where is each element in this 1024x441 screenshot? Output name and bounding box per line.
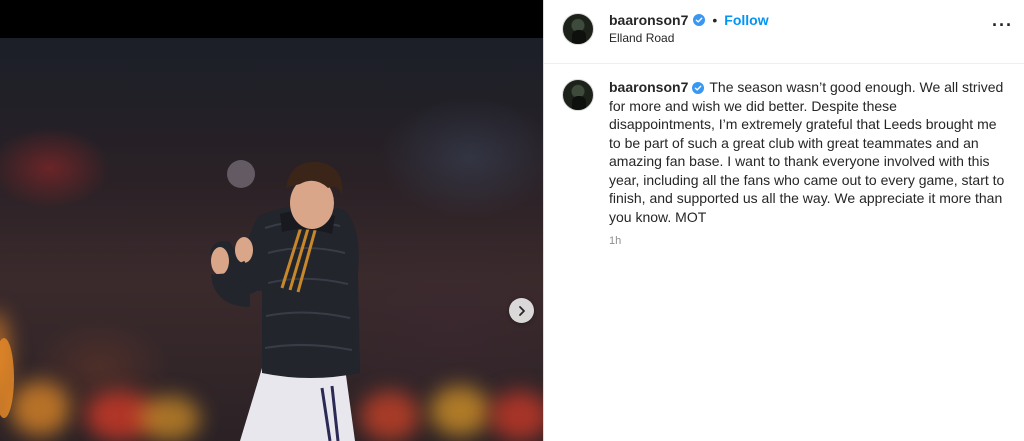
avatar[interactable]: [562, 79, 594, 111]
post-header: baaronson7 • Follow Elland Road ···: [544, 0, 1024, 64]
location-link[interactable]: Elland Road: [609, 31, 674, 45]
more-horizontal-icon: ···: [992, 15, 1013, 35]
separator-dot: •: [712, 12, 718, 28]
next-photo-button[interactable]: [509, 298, 534, 323]
verified-badge-icon: [692, 82, 705, 95]
caption-body: The season wasn’t good enough. We all st…: [609, 79, 1005, 225]
more-options-button[interactable]: ···: [992, 16, 1013, 34]
player-illustration: [0, 160, 360, 441]
verified-badge-icon: [693, 14, 706, 26]
caption-username[interactable]: baaronson7: [609, 79, 688, 95]
post-photo: [0, 38, 543, 441]
caption-text: baaronson7 The season wasn’t good enough…: [609, 78, 1006, 226]
chevron-right-icon: [518, 305, 525, 316]
avatar[interactable]: [562, 13, 594, 45]
post-media: [0, 0, 543, 441]
follow-button[interactable]: Follow: [724, 12, 768, 28]
post-timestamp[interactable]: 1h: [609, 235, 1006, 247]
caption-comment: baaronson7 The season wasn’t good enough…: [544, 64, 1024, 247]
post-details-panel: baaronson7 • Follow Elland Road ··· baar…: [543, 0, 1024, 441]
header-username[interactable]: baaronson7: [609, 12, 688, 28]
